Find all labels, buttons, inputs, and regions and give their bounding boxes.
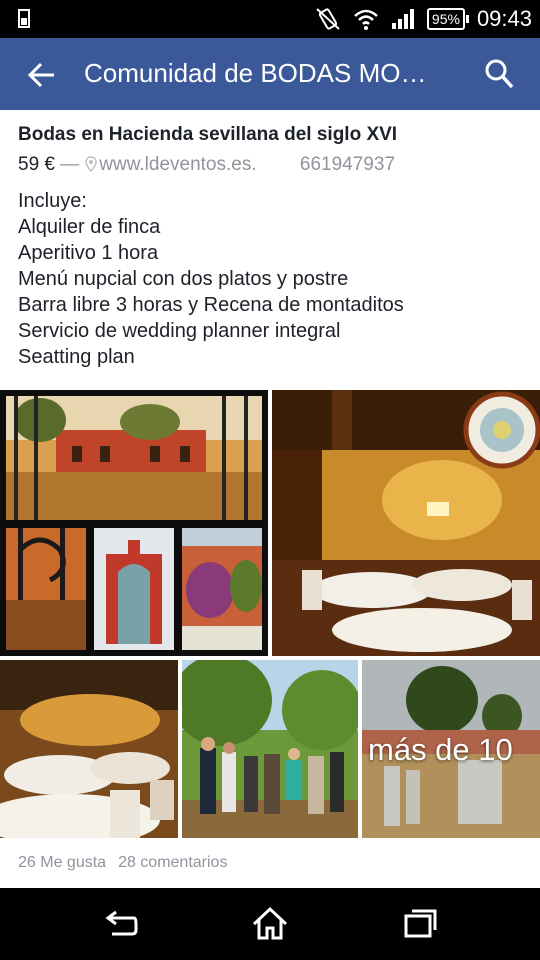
photo-garden-guests[interactable] — [182, 660, 358, 838]
photo-grid: más de 10 — [0, 390, 540, 838]
photo-hacienda-collage[interactable] — [0, 390, 268, 656]
nav-recents-icon[interactable] — [400, 904, 440, 944]
map-pin-icon — [85, 156, 98, 172]
battery-indicator: 95% — [426, 8, 469, 30]
post-card: Bodas en Hacienda sevillana del siglo XV… — [0, 110, 540, 888]
photo-more[interactable]: más de 10 — [362, 660, 540, 838]
post-title[interactable]: Bodas en Hacienda sevillana del siglo XV… — [18, 124, 397, 146]
nav-home-icon[interactable] — [250, 904, 290, 944]
photo-table-setting[interactable] — [0, 660, 178, 838]
battery-label: 95% — [431, 11, 460, 27]
clock: 09:43 — [476, 6, 532, 31]
phone-number[interactable]: 661947937 — [300, 154, 395, 175]
comments-count[interactable]: 28 comentarios — [118, 854, 227, 871]
location-link[interactable]: www.ldeventos.es. — [99, 154, 256, 175]
vibrate-icon — [316, 8, 340, 30]
description-line: Seatting plan — [18, 346, 135, 368]
wifi-icon — [354, 9, 378, 30]
post-footer: 26 Me gusta 28 comentarios — [18, 854, 227, 872]
price: 59 € — [18, 154, 55, 175]
more-photos-label: más de 10 — [368, 732, 513, 767]
page-title: Comunidad de BODAS MO… — [84, 58, 427, 88]
search-icon[interactable] — [484, 58, 514, 90]
description-line: Incluye: — [18, 190, 87, 212]
nav-back-icon[interactable] — [100, 904, 140, 944]
app-bar: Comunidad de BODAS MO… — [0, 38, 540, 110]
description-line: Barra libre 3 horas y Recena de montadit… — [18, 294, 404, 316]
separator: — — [60, 154, 80, 175]
back-arrow-icon[interactable] — [26, 60, 58, 90]
description-line: Servicio de wedding planner integral — [18, 320, 341, 342]
description-line: Aperitivo 1 hora — [18, 242, 159, 264]
likes-count[interactable]: 26 Me gusta — [18, 854, 106, 871]
signal-icon — [391, 9, 414, 29]
description-line: Alquiler de finca — [18, 216, 161, 238]
system-nav-bar — [0, 888, 540, 960]
status-bar: 95% 09:43 — [0, 0, 540, 38]
photo-banquet-hall[interactable] — [272, 390, 540, 656]
description-line: Menú nupcial con dos platos y postre — [18, 268, 349, 290]
post-description: Incluye: Alquiler de finca Aperitivo 1 h… — [18, 188, 404, 370]
notification-icon — [18, 9, 30, 28]
post-meta: 59 € — www.ldeventos.es. 661947937 — [18, 154, 395, 176]
